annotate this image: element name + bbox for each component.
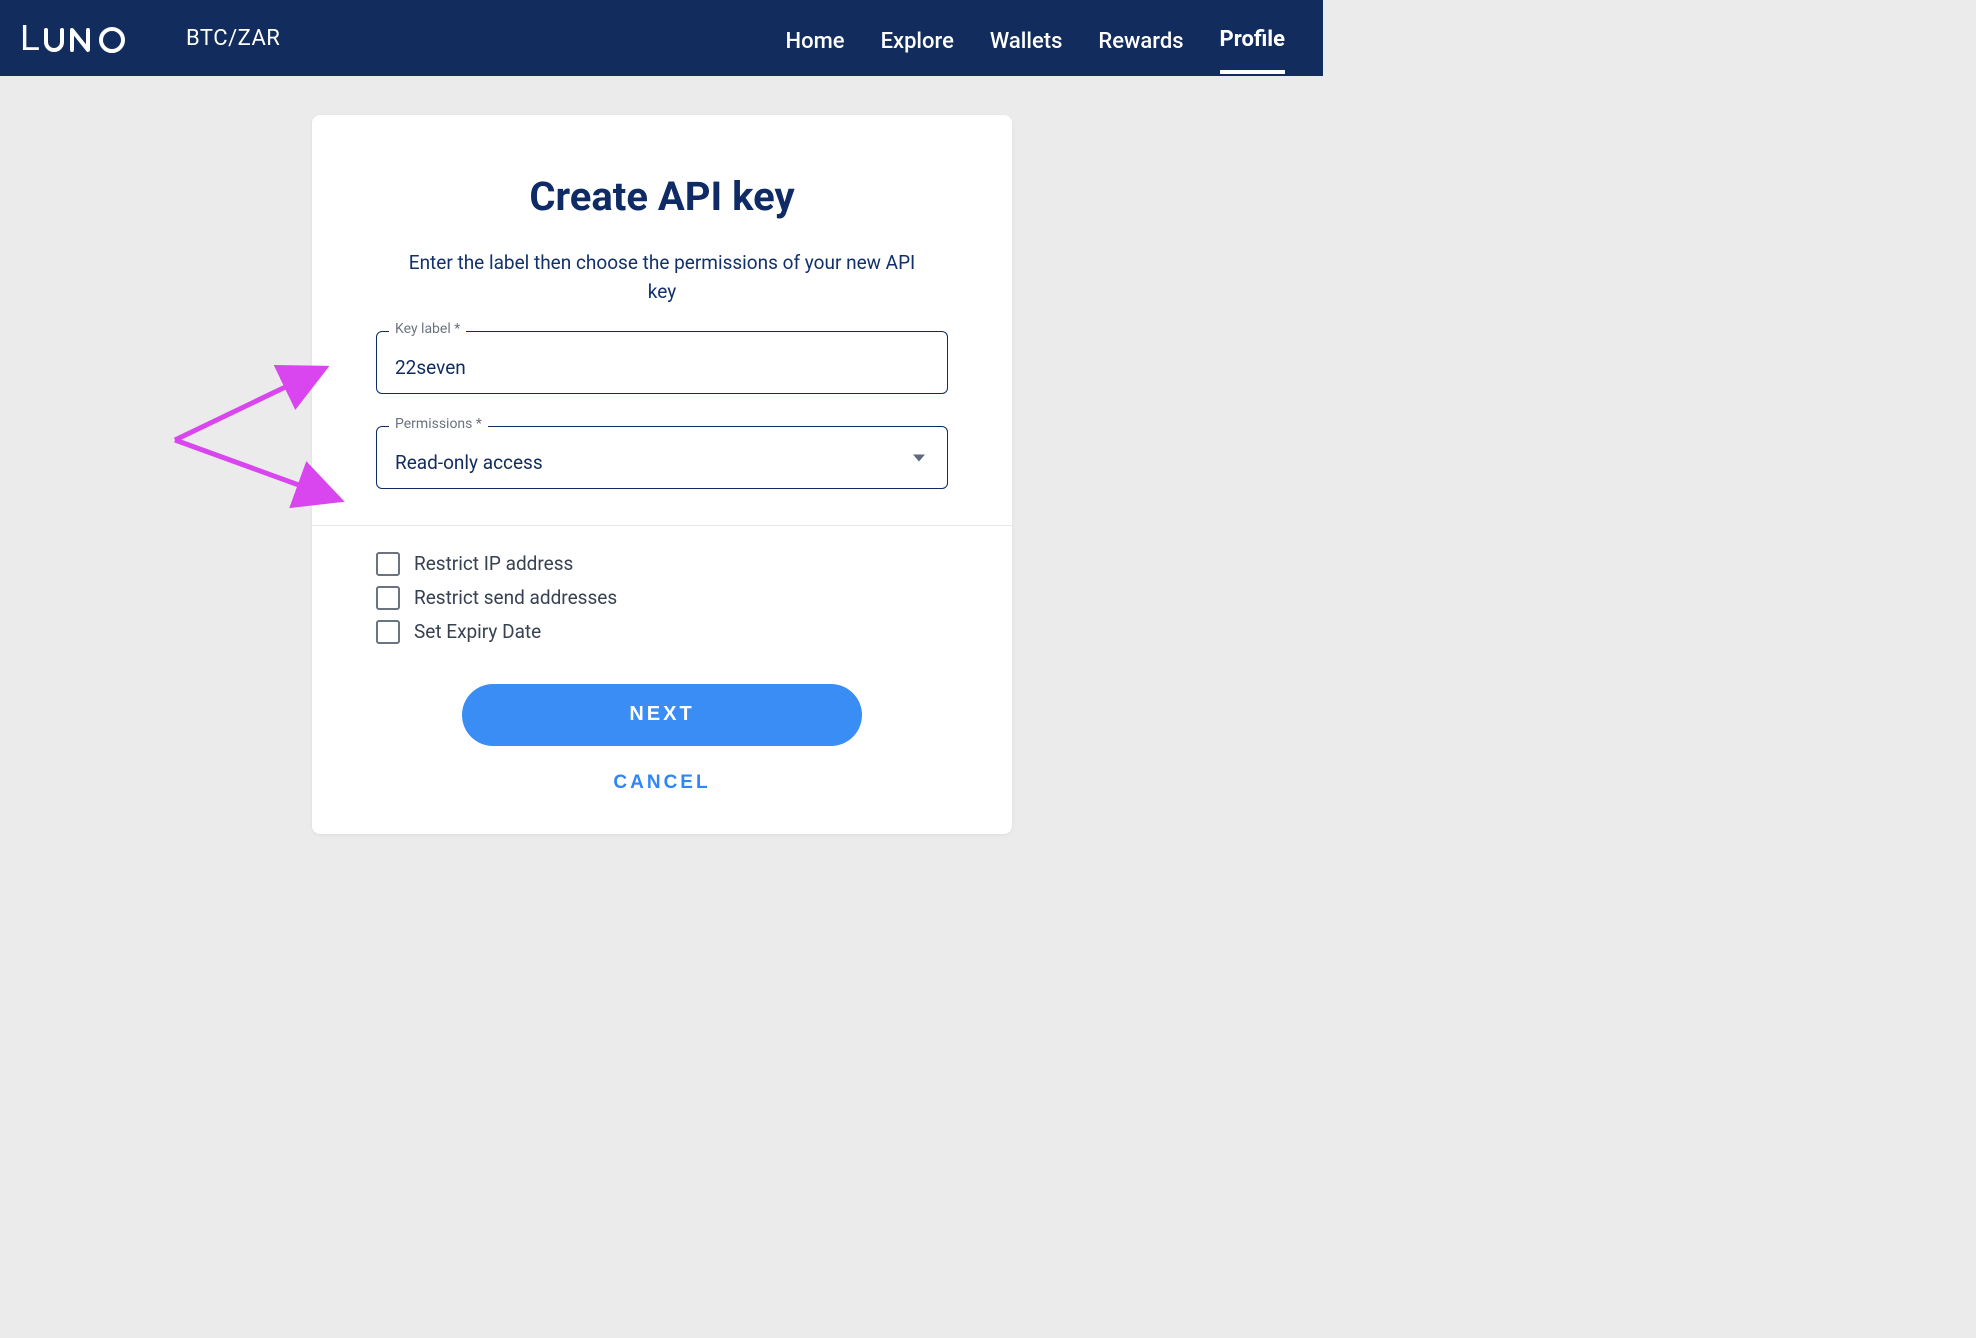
nav-profile[interactable]: Profile [1220, 3, 1285, 74]
restrict-ip-checkbox[interactable]: Restrict IP address [376, 552, 948, 576]
svg-text:L: L [20, 18, 42, 58]
nav-wallets[interactable]: Wallets [990, 5, 1063, 72]
restrict-send-checkbox[interactable]: Restrict send addresses [376, 586, 948, 610]
permissions-legend: Permissions * [389, 416, 488, 432]
checkbox-box [376, 552, 400, 576]
checkbox-label: Restrict IP address [414, 552, 573, 575]
trading-pair[interactable]: BTC/ZAR [186, 26, 280, 51]
card-subtitle: Enter the label then choose the permissi… [402, 248, 922, 307]
section-divider [312, 525, 1012, 526]
checkbox-label: Set Expiry Date [414, 620, 541, 643]
permissions-value: Read-only access [395, 451, 929, 474]
checkbox-box [376, 620, 400, 644]
nav-home[interactable]: Home [786, 5, 845, 72]
nav-rewards[interactable]: Rewards [1098, 5, 1183, 72]
chevron-down-icon [913, 455, 925, 462]
key-label-input[interactable] [395, 356, 929, 379]
top-navbar: L BTC/ZAR Home Explore Wallets Rewards P… [0, 0, 1323, 76]
key-label-legend: Key label * [389, 321, 466, 337]
luno-logo[interactable]: L [20, 18, 160, 58]
create-api-key-card: Create API key Enter the label then choo… [312, 115, 1012, 834]
cancel-button[interactable]: CANCEL [613, 772, 710, 794]
key-label-field[interactable]: Key label * [376, 331, 948, 394]
expiry-date-checkbox[interactable]: Set Expiry Date [376, 620, 948, 644]
checkbox-label: Restrict send addresses [414, 586, 617, 609]
permissions-field[interactable]: Permissions * Read-only access [376, 426, 948, 489]
nav-explore[interactable]: Explore [881, 5, 954, 72]
card-title: Create API key [376, 173, 948, 220]
next-button[interactable]: NEXT [462, 684, 862, 746]
checkbox-box [376, 586, 400, 610]
